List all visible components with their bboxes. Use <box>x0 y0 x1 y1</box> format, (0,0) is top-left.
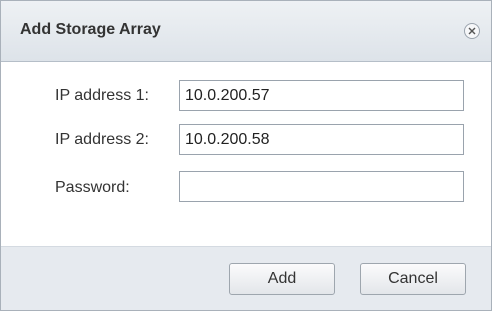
cancel-button[interactable]: Cancel <box>360 263 466 295</box>
add-storage-array-dialog: Add Storage Array IP address 1: IP addre… <box>0 0 492 311</box>
dialog-titlebar: Add Storage Array <box>1 1 491 62</box>
ip-address-2-label: IP address 2: <box>55 131 149 148</box>
close-x-glyph <box>468 27 476 35</box>
add-button[interactable]: Add <box>229 263 335 295</box>
password-field[interactable] <box>179 171 464 202</box>
dialog-title: Add Storage Array <box>20 21 161 38</box>
password-label: Password: <box>55 179 130 196</box>
ip-address-2-field[interactable] <box>179 124 464 155</box>
ip-address-1-field[interactable] <box>179 80 464 111</box>
ip-address-1-label: IP address 1: <box>55 87 149 104</box>
close-icon[interactable] <box>464 23 480 39</box>
dialog-form: IP address 1: IP address 2: Password: <box>1 63 491 246</box>
dialog-footer: Add Cancel <box>1 246 491 310</box>
